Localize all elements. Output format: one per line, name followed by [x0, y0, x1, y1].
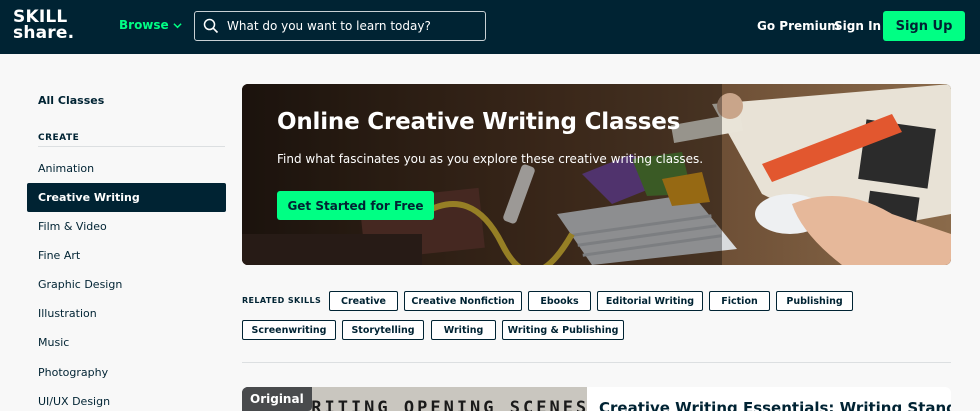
hero-banner: Online Creative Writing Classes Find wha…: [242, 84, 951, 265]
skill-chip-ebooks[interactable]: Ebooks: [528, 291, 591, 311]
skill-chip-storytelling[interactable]: Storytelling: [342, 320, 424, 340]
sidebar-item-illustration[interactable]: Illustration: [27, 299, 226, 328]
all-classes-link[interactable]: All Classes: [38, 94, 104, 107]
sign-up-button[interactable]: Sign Up: [883, 11, 965, 41]
search-box[interactable]: [194, 11, 486, 41]
logo-line-2: share.: [13, 23, 75, 43]
sidebar-item-music[interactable]: Music: [27, 328, 226, 357]
skillshare-logo[interactable]: SKILL share.: [13, 9, 75, 43]
sign-in-link[interactable]: Sign In: [834, 19, 881, 33]
class-card[interactable]: WRITING OPENING SCENES Original Creative…: [242, 387, 951, 411]
skill-chip-creative-nonfiction[interactable]: Creative Nonfiction: [404, 291, 522, 311]
sidebar-item-photography[interactable]: Photography: [27, 358, 226, 387]
skill-chip-publishing[interactable]: Publishing: [776, 291, 853, 311]
sidebar-section-heading: CREATE: [38, 133, 80, 143]
divider: [38, 146, 225, 147]
related-skills-label: RELATED SKILLS: [242, 296, 322, 305]
sidebar-item-creative-writing[interactable]: Creative Writing: [27, 183, 226, 212]
sidebar-item-ui-ux-design[interactable]: UI/UX Design: [27, 387, 226, 411]
search-input[interactable]: [227, 19, 477, 33]
skill-chip-fiction[interactable]: Fiction: [709, 291, 770, 311]
get-started-button[interactable]: Get Started for Free: [277, 191, 434, 220]
go-premium-link[interactable]: Go Premium: [757, 19, 840, 33]
hero-title: Online Creative Writing Classes: [277, 109, 681, 135]
class-title[interactable]: Creative Writing Essentials: Writing Sta…: [599, 399, 951, 411]
sidebar-item-film-video[interactable]: Film & Video: [27, 212, 226, 241]
sidebar-item-animation[interactable]: Animation: [27, 154, 226, 183]
skill-chip-writing[interactable]: Writing: [431, 320, 496, 340]
chevron-down-icon: [173, 22, 182, 28]
sidebar-item-graphic-design[interactable]: Graphic Design: [27, 270, 226, 299]
original-badge: Original: [242, 387, 312, 411]
divider: [242, 362, 951, 363]
hero-subtitle: Find what fascinates you as you explore …: [277, 152, 704, 166]
skill-chip-editorial-writing[interactable]: Editorial Writing: [597, 291, 703, 311]
thumbnail-text: WRITING OPENING SCENES: [298, 398, 587, 411]
skill-chip-writing-publishing[interactable]: Writing & Publishing: [502, 320, 624, 340]
skill-chip-creative[interactable]: Creative: [329, 291, 398, 311]
browse-menu-button[interactable]: Browse: [119, 18, 182, 32]
search-icon: [203, 18, 219, 34]
browse-label: Browse: [119, 18, 169, 32]
sidebar-item-fine-art[interactable]: Fine Art: [27, 241, 226, 270]
class-thumbnail[interactable]: WRITING OPENING SCENES Original: [242, 387, 587, 411]
skill-chip-screenwriting[interactable]: Screenwriting: [242, 320, 336, 340]
top-navbar: SKILL share. Browse Go Premium Sign In S…: [0, 0, 980, 54]
